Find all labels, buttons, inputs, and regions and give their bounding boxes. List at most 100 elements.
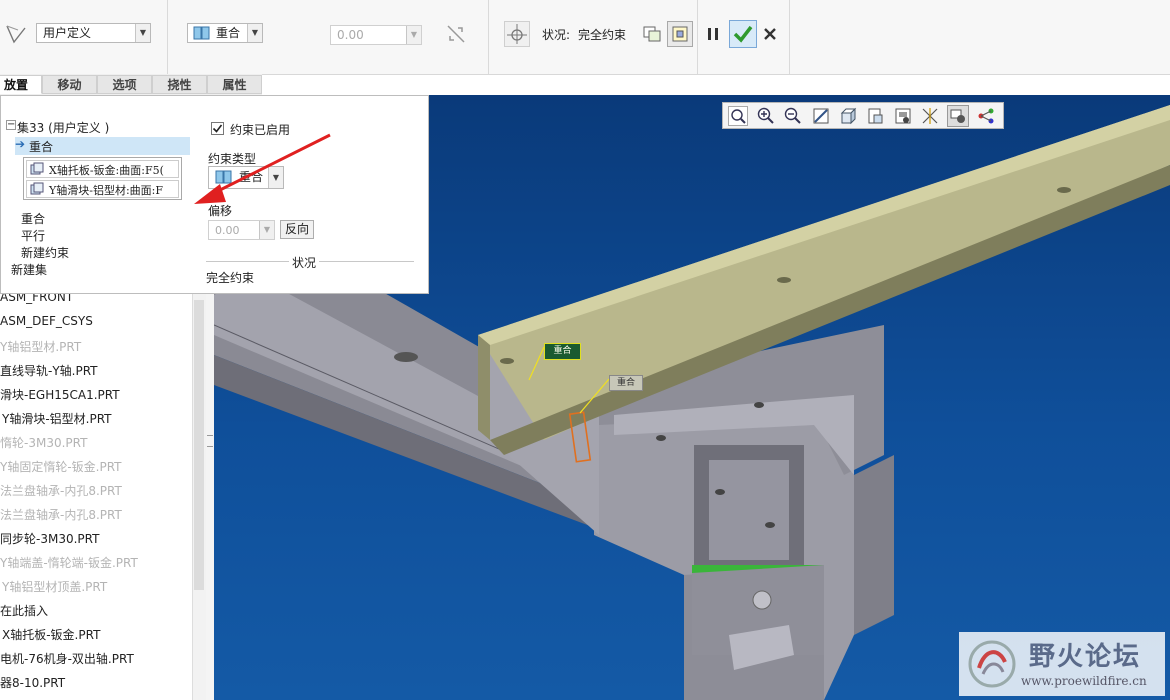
constraint-set-node[interactable]: 集33 (用户定义 )	[17, 119, 109, 136]
tab-label: 挠性	[167, 78, 192, 92]
dashboard-ribbon: 用户定义 ▼ 重合 ▼ 0.00 ▼ 状况: 完全约束	[0, 0, 1170, 75]
tree-item-part[interactable]: 滑块-EGH15CA1.PRT	[0, 386, 120, 403]
tree-item-insert-here[interactable]: 在此插入	[0, 602, 48, 619]
zoom-out-icon[interactable]	[783, 106, 803, 126]
tree-item-part[interactable]: X轴托板-钣金.PRT	[2, 626, 100, 643]
tab-move[interactable]: 移动	[42, 75, 97, 94]
coincident-icon	[193, 26, 210, 40]
add-constraint-coincident[interactable]: 重合	[21, 210, 45, 227]
reference-text: Y轴滑块-铝型材:曲面:F	[49, 184, 164, 197]
chevron-down-icon: ▼	[259, 221, 274, 239]
dashboard-tabs: 放置 移动 选项 挠性 属性	[0, 74, 262, 96]
placement-panel: − 集33 (用户定义 ) ➔ 重合 X轴托板-钣金:曲面:F5( Y轴滑块-铝…	[0, 95, 429, 294]
collapse-icon[interactable]: −	[6, 120, 16, 130]
view-manager-icon[interactable]	[893, 106, 913, 126]
reference-2[interactable]: Y轴滑块-铝型材:曲面:F	[26, 180, 179, 198]
constraint-tag-1[interactable]: 重合	[544, 343, 581, 360]
reference-text: X轴托板-钣金:曲面:F5(	[49, 164, 164, 177]
constraint-type-select[interactable]: 重合 ▼	[187, 23, 263, 43]
tree-item-part[interactable]: 惰轮-3M30.PRT	[0, 434, 87, 451]
chevron-down-icon: ▼	[268, 167, 283, 188]
add-constraint-parallel[interactable]: 平行	[21, 227, 45, 244]
status-label: 状况:	[542, 28, 571, 42]
tree-item-part[interactable]: Y轴滑块-铝型材.PRT	[2, 410, 112, 427]
watermark-url: www.proewildfire.cn	[1021, 674, 1147, 688]
chevron-down-icon: ▼	[406, 26, 421, 44]
offset-input[interactable]: 0.00 ▼	[330, 25, 422, 45]
tree-scrollbar-thumb[interactable]	[194, 300, 204, 590]
view-toolbar	[722, 102, 1004, 129]
flip-button[interactable]: 反向	[280, 220, 314, 239]
tree-item-asm-csys[interactable]: ASM_DEF_CSYS	[0, 314, 93, 328]
tab-label: 移动	[57, 78, 82, 92]
constraint-row-selected[interactable]: ➔ 重合	[15, 137, 190, 155]
set-type-value: 用户定义	[43, 26, 92, 40]
tree-item-part[interactable]: 法兰盘轴承-内孔8.PRT	[0, 506, 122, 523]
reference-1[interactable]: X轴托板-钣金:曲面:F5(	[26, 160, 179, 178]
tag-text: 重合	[616, 378, 635, 388]
tab-placement[interactable]: 放置	[0, 75, 42, 94]
tree-item-part[interactable]: Y轴固定惰轮-钣金.PRT	[0, 458, 122, 475]
tab-label: 放置	[3, 78, 28, 92]
constraint-type-label: 约束类型	[208, 152, 257, 166]
add-new-constraint[interactable]: 新建约束	[21, 244, 69, 261]
tag-text: 重合	[553, 346, 572, 356]
panel-offset-input[interactable]: 0.00 ▼	[208, 220, 275, 240]
offset-label: 偏移	[208, 204, 233, 218]
cancel-close-icon[interactable]	[762, 26, 778, 42]
status-value: 完全约束	[578, 28, 627, 42]
move-component-icon[interactable]	[504, 21, 530, 47]
status-value: 完全约束	[206, 271, 255, 285]
set-type-select[interactable]: 用户定义 ▼	[36, 23, 151, 43]
flip-button-label: 反向	[284, 222, 309, 236]
constraint-type-value: 重合	[239, 170, 264, 184]
tree-item-part[interactable]: Y轴端盖-惰轮端-钣金.PRT	[0, 554, 138, 571]
constraint-set-icon[interactable]	[4, 22, 28, 46]
confirm-check-icon[interactable]	[729, 20, 757, 48]
tree-item-part[interactable]: Y轴铝型材.PRT	[0, 338, 81, 355]
constraint-label: 重合	[29, 140, 54, 154]
tab-options[interactable]: 选项	[97, 75, 152, 94]
tree-item-part[interactable]: 直线导轨-Y轴.PRT	[0, 362, 98, 379]
separate-window-icon[interactable]	[642, 23, 662, 43]
datum-display-icon[interactable]	[920, 106, 940, 126]
watermark-logo-icon	[968, 640, 1016, 688]
constraint-enabled-checkbox[interactable]	[211, 122, 224, 135]
tree-item-part[interactable]: 法兰盘轴承-内孔8.PRT	[0, 482, 122, 499]
tab-label: 属性	[222, 78, 247, 92]
tree-item-part[interactable]: 电机-76机身-双出轴.PRT	[0, 650, 134, 667]
pause-icon[interactable]	[705, 26, 721, 42]
status-heading: 状况	[289, 254, 320, 271]
tab-properties[interactable]: 属性	[207, 75, 262, 94]
reference-collector[interactable]: X轴托板-钣金:曲面:F5( Y轴滑块-铝型材:曲面:F	[23, 157, 182, 200]
watermark-title: 野火论坛	[1029, 642, 1142, 672]
annotation-display-icon[interactable]	[947, 105, 969, 127]
tree-item-part[interactable]: 器8-10.PRT	[0, 674, 65, 691]
add-new-set[interactable]: 新建集	[11, 261, 47, 278]
constraint-type-value: 重合	[216, 26, 241, 40]
chevron-down-icon: ▼	[247, 24, 262, 42]
tree-item-part[interactable]: Y轴铝型材顶盖.PRT	[2, 578, 107, 595]
assembly-window-icon[interactable]	[667, 21, 693, 47]
surface-ref-icon	[30, 162, 44, 175]
zoom-in-icon[interactable]	[756, 106, 776, 126]
spin-center-icon[interactable]	[976, 106, 996, 126]
repaint-icon[interactable]	[811, 106, 831, 126]
display-style-icon[interactable]	[838, 106, 858, 126]
saved-views-icon[interactable]	[865, 106, 885, 126]
tab-label: 选项	[112, 78, 137, 92]
offset-value: 0.00	[215, 224, 240, 237]
tree-item-part[interactable]: 同步轮-3M30.PRT	[0, 530, 99, 547]
constraint-enabled-label: 约束已启用	[230, 123, 291, 137]
zoom-fit-icon[interactable]	[728, 106, 748, 126]
chevron-down-icon: ▼	[135, 24, 150, 42]
coincident-icon	[215, 170, 232, 184]
offset-value: 0.00	[337, 28, 364, 42]
arrow-right-icon: ➔	[15, 137, 26, 151]
constraint-tag-2[interactable]: 重合	[609, 375, 643, 391]
tab-flexibility[interactable]: 挠性	[152, 75, 207, 94]
panel-constraint-type-select[interactable]: 重合 ▼	[208, 166, 284, 189]
flip-constraint-icon[interactable]	[444, 22, 468, 46]
forum-watermark: 野火论坛 www.proewildfire.cn	[959, 632, 1165, 696]
surface-ref-icon	[30, 182, 44, 195]
